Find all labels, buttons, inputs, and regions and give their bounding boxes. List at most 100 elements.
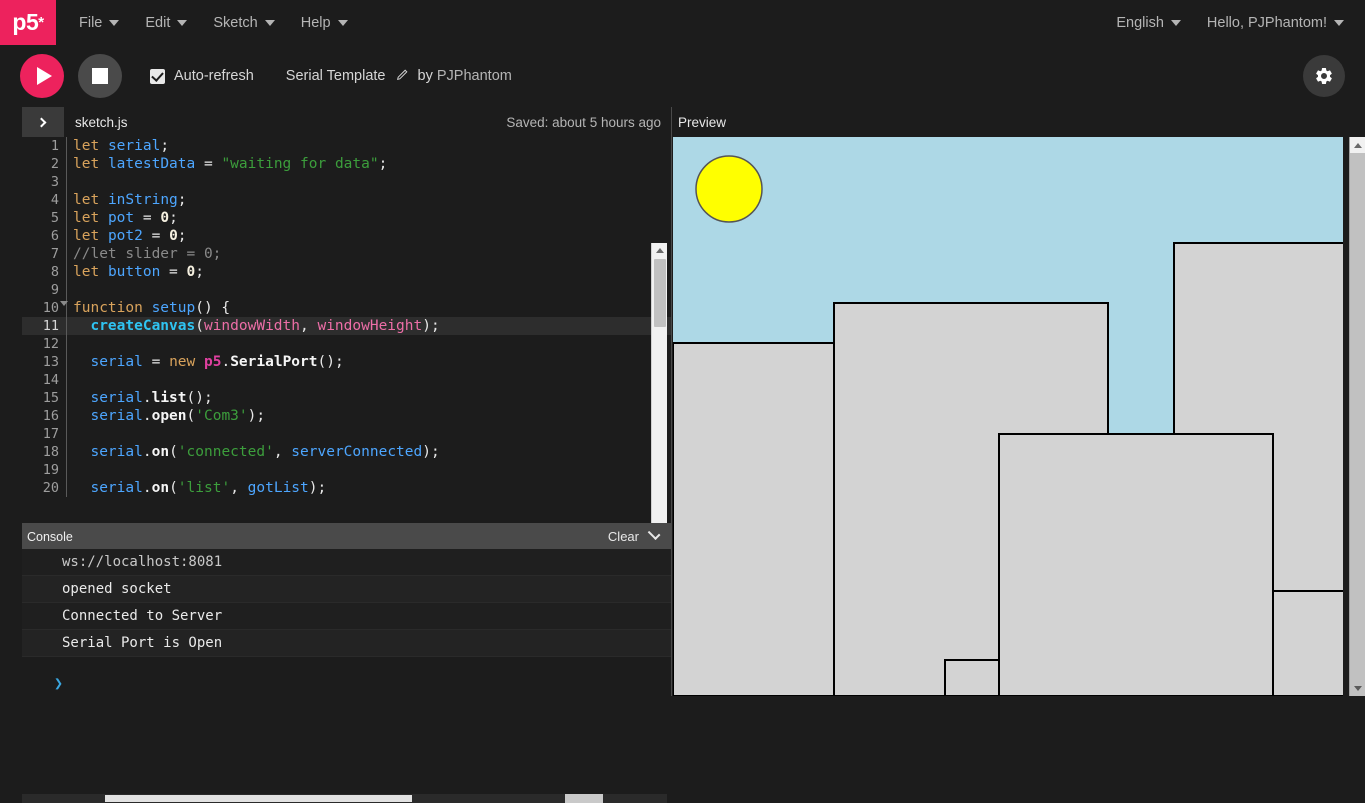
sidebar-toggle-button[interactable] [22,107,64,137]
gear-icon [1314,66,1334,86]
nav-menu-help[interactable]: Help [288,0,361,45]
code-text: let pot2 = 0; [67,227,187,245]
triangle-up-icon[interactable] [656,248,664,253]
sketch-author: by PJPhantom [418,68,512,84]
code-line[interactable]: 9 [22,281,671,299]
preview-canvas-container[interactable] [673,137,1343,696]
code-line[interactable]: 3 [22,173,671,191]
code-line[interactable]: 16 serial.open('Com3'); [22,407,671,425]
settings-button[interactable] [1303,55,1345,97]
sketch-author-name[interactable]: PJPhantom [437,68,512,84]
sketch-name[interactable]: Serial Template [286,68,408,84]
console-message: opened socket [22,576,671,603]
nav-menu-group: File Edit Sketch Help [66,0,361,45]
code-line[interactable]: 12 [22,335,671,353]
p5-logo[interactable]: p5* [0,0,56,45]
nav-menu-edit-label: Edit [145,15,170,31]
triangle-down-icon [1354,686,1362,691]
code-text: createCanvas(windowWidth, windowHeight); [67,317,440,335]
line-number: 20 [22,479,66,497]
preview-header: Preview [673,107,1365,137]
auto-refresh-toggle[interactable]: Auto-refresh [150,68,254,84]
console-panel: Console Clear ws://localhost:8081 opened … [22,523,671,696]
nav-menu-file[interactable]: File [66,0,132,45]
main-split: sketch.js Saved: about 5 hours ago 1let … [0,107,1365,696]
top-nav-bar: p5* File Edit Sketch Help English Hello,… [0,0,1365,45]
code-line[interactable]: 15 serial.list(); [22,389,671,407]
code-line[interactable]: 17 [22,425,671,443]
tab-sketch-js[interactable]: sketch.js [75,115,128,130]
console-input-row[interactable]: ❯ [22,669,671,696]
line-number: 14 [22,371,66,389]
play-button[interactable] [20,54,64,98]
code-text [67,281,73,299]
chevron-right-icon: ❯ [54,674,63,692]
preview-scroll-up-button[interactable] [1350,137,1365,153]
line-number: 4 [22,191,66,209]
auto-refresh-checkbox[interactable] [150,69,165,84]
code-line[interactable]: 8let button = 0; [22,263,671,281]
code-line[interactable]: 7//let slider = 0; [22,245,671,263]
line-number: 6 [22,227,66,245]
console-message-text: ws://localhost:8081 [62,554,222,570]
chevron-down-icon [1334,20,1344,26]
console-message-text: Connected to Server [62,608,222,624]
console-clear-button[interactable]: Clear [608,529,639,544]
building-rect [999,434,1273,696]
sketch-canvas[interactable] [673,137,1343,696]
editor-tab-bar: sketch.js Saved: about 5 hours ago [0,107,671,137]
console-hscroll-thumb[interactable] [105,795,412,802]
console-title: Console [27,530,73,544]
editor-scroll-thumb[interactable] [654,259,666,327]
line-number: 18 [22,443,66,461]
sun-circle [696,156,762,222]
code-line[interactable]: 20 serial.on('list', gotList); [22,479,671,497]
code-line[interactable]: 6let pot2 = 0; [22,227,671,245]
sketch-name-text: Serial Template [286,68,386,84]
code-line[interactable]: 1let serial; [22,137,671,155]
chevron-down-icon[interactable] [648,527,661,540]
line-number: 16 [22,407,66,425]
code-text: function setup() { [67,299,230,317]
preview-scroll-down-button[interactable] [1350,680,1365,696]
auto-refresh-label: Auto-refresh [174,68,254,84]
language-selector[interactable]: English [1103,0,1194,45]
code-line[interactable]: 19 [22,461,671,479]
console-message: Serial Port is Open [22,630,671,657]
chevron-down-icon [265,20,275,26]
code-line[interactable]: 5let pot = 0; [22,209,671,227]
code-text: let inString; [67,191,187,209]
code-text: serial.on('list', gotList); [67,479,326,497]
nav-menu-edit[interactable]: Edit [132,0,200,45]
line-number: 3 [22,173,66,191]
code-fold-icon[interactable] [60,301,68,306]
line-number: 1 [22,137,66,155]
code-line[interactable]: 13 serial = new p5.SerialPort(); [22,353,671,371]
line-number: 5 [22,209,66,227]
sketch-toolbar: Auto-refresh Serial Template by PJPhanto… [0,45,1365,107]
account-menu[interactable]: Hello, PJPhantom! [1194,0,1357,45]
save-status: Saved: about 5 hours ago [506,115,661,130]
pencil-icon[interactable] [395,69,408,82]
preview-vertical-scrollbar[interactable] [1349,137,1365,696]
code-line[interactable]: 2let latestData = "waiting for data"; [22,155,671,173]
line-number: 8 [22,263,66,281]
code-line[interactable]: 14 [22,371,671,389]
code-line[interactable]: 18 serial.on('connected', serverConnecte… [22,443,671,461]
logo-text: p5 [12,9,38,36]
code-line[interactable]: 10function setup() { [22,299,671,317]
chevron-down-icon [338,20,348,26]
code-text: let serial; [67,137,169,155]
stop-button[interactable] [78,54,122,98]
nav-menu-sketch[interactable]: Sketch [200,0,287,45]
line-number: 9 [22,281,66,299]
line-number: 19 [22,461,66,479]
line-number: 2 [22,155,66,173]
code-line[interactable]: 11 createCanvas(windowWidth, windowHeigh… [22,317,671,335]
code-text [67,371,73,389]
code-text [67,173,73,191]
chevron-down-icon [1171,20,1181,26]
chevron-down-icon [177,20,187,26]
code-line[interactable]: 4let inString; [22,191,671,209]
sketch-author-prefix: by [418,68,433,84]
